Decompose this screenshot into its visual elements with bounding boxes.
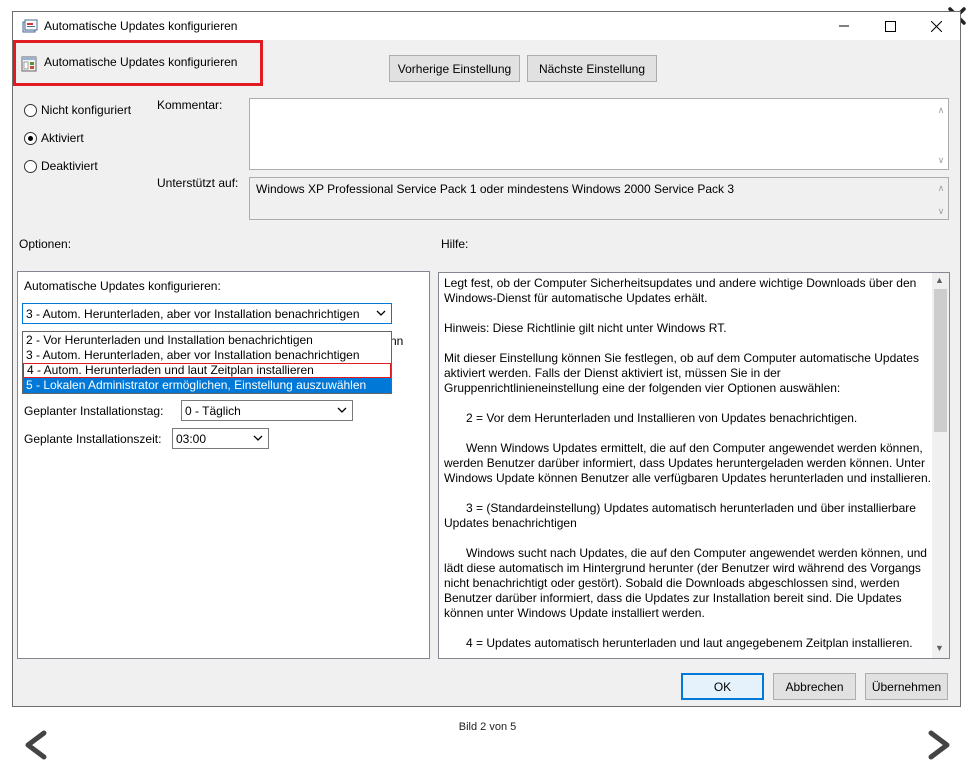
close-icon[interactable] xyxy=(913,12,959,40)
dropdown-option-hovered[interactable]: 4 - Autom. Herunterladen und laut Zeitpl… xyxy=(23,363,391,378)
configure-dropdown-list: 2 - Vor Herunterladen und Installation b… xyxy=(22,331,392,394)
help-paragraph: 3 = (Standardeinstellung) Updates automa… xyxy=(444,501,916,530)
title-bar: Automatische Updates konfigurieren xyxy=(13,12,960,40)
chevron-down-icon xyxy=(336,404,348,416)
previous-setting-button[interactable]: Vorherige Einstellung xyxy=(389,55,520,82)
apply-button[interactable]: Übernehmen xyxy=(865,673,948,700)
dropdown-option[interactable]: 3 - Autom. Herunterladen, aber vor Insta… xyxy=(23,348,391,363)
help-paragraph: Legt fest, ob der Computer Sicherheitsup… xyxy=(444,276,917,305)
help-paragraph: Mit dieser Einstellung können Sie festle… xyxy=(444,351,919,395)
comment-textarea[interactable]: ∧ ∨ xyxy=(249,98,949,170)
install-time-label: Geplante Installationszeit: xyxy=(24,432,162,446)
dropdown-option[interactable]: 2 - Vor Herunterladen und Installation b… xyxy=(23,333,391,348)
dropdown-option-selected[interactable]: 5 - Lokalen Administrator ermöglichen, E… xyxy=(23,378,391,393)
next-image-icon[interactable] xyxy=(919,725,959,765)
policy-name: Automatische Updates konfigurieren xyxy=(44,55,238,69)
options-panel: Automatische Updates konfigurieren: 3 - … xyxy=(17,271,430,659)
minimize-icon[interactable] xyxy=(821,12,867,40)
scroll-up-icon[interactable]: ∧ xyxy=(936,105,946,115)
comment-label: Kommentar: xyxy=(157,98,223,112)
help-paragraph: Wenn Windows Updates ermittelt, die auf … xyxy=(444,441,931,485)
install-day-label: Geplanter Installationstag: xyxy=(24,404,164,418)
previous-image-icon[interactable] xyxy=(16,725,56,765)
help-paragraph: Hinweis: Diese Richtlinie gilt nicht unt… xyxy=(444,321,727,335)
policy-app-icon xyxy=(22,18,38,34)
help-paragraph: Windows sucht nach Updates, die auf den … xyxy=(444,546,927,620)
radio-disabled[interactable]: Deaktiviert xyxy=(24,159,98,173)
scroll-down-icon[interactable]: ▼ xyxy=(935,643,944,653)
help-paragraph: 4 = Updates automatisch herunterladen un… xyxy=(466,636,913,650)
help-panel: Legt fest, ob der Computer Sicherheitsup… xyxy=(438,272,950,659)
radio-enabled[interactable]: Aktiviert xyxy=(24,131,84,145)
install-time-value: 03:00 xyxy=(176,431,207,446)
policy-dialog: Automatische Updates konfigurieren Autom… xyxy=(12,11,961,707)
supported-value: Windows XP Professional Service Pack 1 o… xyxy=(256,182,735,196)
help-text: Legt fest, ob der Computer Sicherheitsup… xyxy=(444,276,932,658)
install-day-value: 0 - Täglich xyxy=(185,403,241,418)
cancel-button[interactable]: Abbrechen xyxy=(773,673,856,700)
chevron-down-icon xyxy=(252,432,264,444)
window-title: Automatische Updates konfigurieren xyxy=(44,19,238,33)
scroll-down-icon[interactable]: ∨ xyxy=(936,206,946,216)
configure-label: Automatische Updates konfigurieren: xyxy=(24,279,221,293)
maximize-icon[interactable] xyxy=(867,12,913,40)
install-day-select[interactable]: 0 - Täglich xyxy=(181,400,353,421)
chevron-down-icon xyxy=(375,307,387,319)
radio-label: Nicht konfiguriert xyxy=(41,103,132,117)
image-counter: Bild 2 von 5 xyxy=(458,721,517,733)
options-label: Optionen: xyxy=(19,237,72,251)
help-paragraph: 2 = Vor dem Herunterladen und Installier… xyxy=(466,411,858,425)
radio-label: Aktiviert xyxy=(41,131,84,145)
radio-not-configured[interactable]: Nicht konfiguriert xyxy=(24,103,131,117)
configure-select[interactable]: 3 - Autom. Herunterladen, aber vor Insta… xyxy=(22,303,392,324)
configure-select-value: 3 - Autom. Herunterladen, aber vor Insta… xyxy=(26,306,360,321)
scroll-down-icon[interactable]: ∨ xyxy=(936,155,946,165)
radio-label: Deaktiviert xyxy=(41,159,98,173)
scrollbar-thumb[interactable] xyxy=(934,289,947,432)
radio-circle-checked[interactable] xyxy=(24,131,37,145)
partial-hidden-text: nn xyxy=(390,334,404,348)
ok-button[interactable]: OK xyxy=(681,673,764,700)
scroll-up-icon[interactable]: ▲ xyxy=(935,275,944,285)
radio-circle[interactable] xyxy=(24,103,37,117)
policy-setting-icon xyxy=(21,56,37,72)
radio-circle[interactable] xyxy=(24,159,37,173)
supported-label: Unterstützt auf: xyxy=(157,176,239,190)
next-setting-button[interactable]: Nächste Einstellung xyxy=(527,55,657,82)
supported-on-field: Windows XP Professional Service Pack 1 o… xyxy=(249,177,949,220)
scroll-up-icon[interactable]: ∧ xyxy=(936,183,946,193)
install-time-select[interactable]: 03:00 xyxy=(172,428,269,449)
help-scrollbar[interactable]: ▲ ▼ xyxy=(932,273,949,658)
help-label: Hilfe: xyxy=(441,237,469,251)
